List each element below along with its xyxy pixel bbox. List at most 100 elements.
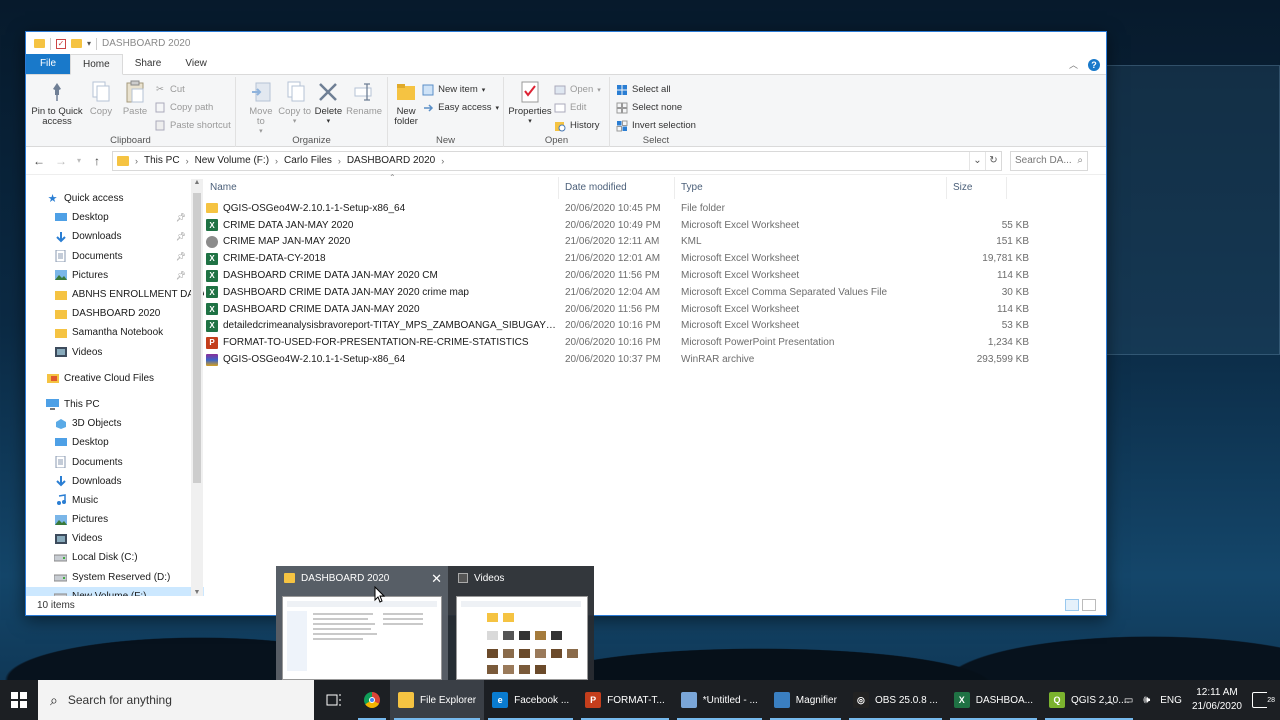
large-icons-view-icon[interactable] [1082,599,1096,611]
start-button[interactable] [0,680,38,720]
nav-pc-item[interactable]: 3D Objects [26,414,204,433]
chevron-right-icon[interactable]: › [135,156,138,166]
thumbnail-videos[interactable]: Videos [450,566,594,686]
collapse-ribbon-icon[interactable]: ︿ [1069,58,1078,71]
tab-view[interactable]: View [173,54,219,74]
properties-icon[interactable]: ✓ [56,38,66,49]
file-row[interactable]: X CRIME-DATA-CY-2018 21/06/2020 12:01 AM… [204,250,1106,267]
taskbar-app-button[interactable]: ◎ OBS 25.0.8 ... [845,680,946,720]
scrollbar-thumb[interactable] [193,193,201,483]
select-none-button[interactable]: Select none [616,99,696,116]
pin-icon[interactable]: 📌︎ [176,213,186,222]
file-row[interactable]: X detailedcrimeanalysisbravoreport-TITAY… [204,318,1106,335]
easy-access-button[interactable]: Easy access ▾ [422,99,499,116]
nav-pc-item[interactable]: System Reserved (D:) [26,568,204,587]
scroll-down-icon[interactable]: ▼ [191,589,203,596]
details-view-icon[interactable] [1065,599,1079,611]
nav-quick-item[interactable]: Videos [26,343,204,362]
notifications-icon[interactable]: 28 [1252,691,1275,711]
nav-pc-item[interactable]: Local Disk (C:) [26,548,204,567]
nav-pc-item[interactable]: Desktop [26,433,204,452]
file-row[interactable]: QGIS-OSGeo4W-2.10.1-1-Setup-x86_64 20/06… [204,351,1106,368]
taskbar-app-button[interactable]: *Untitled - ... [673,680,766,720]
file-row[interactable]: X DASHBOARD CRIME DATA JAN-MAY 2020 crim… [204,284,1106,301]
taskbar-app-button[interactable]: File Explorer [390,680,485,720]
invert-selection-button[interactable]: Invert selection [616,117,696,134]
taskbar-search-input[interactable]: ⌕ Search for anything [38,680,314,720]
nav-creative-cloud[interactable]: Creative Cloud Files [26,369,204,388]
nav-pc-item[interactable]: Videos [26,529,204,548]
file-row[interactable]: CRIME MAP JAN-MAY 2020 21/06/2020 12:11 … [204,234,1106,251]
nav-quick-item[interactable]: Samantha Notebook [26,323,204,342]
chevron-right-icon[interactable]: › [338,156,341,166]
taskbar-app-button[interactable]: Magnifier [766,680,845,720]
navigation-scrollbar[interactable]: ▲ ▼ [191,179,203,596]
nav-quick-item[interactable]: ABNHS ENROLLMENT DATA [26,285,204,304]
breadcrumb-carlo-files[interactable]: Carlo Files [284,155,332,166]
column-header-name[interactable]: Name [204,177,559,199]
new-folder-icon[interactable] [71,39,82,48]
scroll-up-icon[interactable]: ▲ [191,179,203,186]
nav-quick-item[interactable]: Pictures 📌︎ [26,266,204,285]
breadcrumb-this-pc[interactable]: This PC [144,155,180,166]
nav-quick-item[interactable]: Desktop 📌︎ [26,208,204,227]
taskbar-app-button[interactable]: X DASHBOA... [946,680,1041,720]
history-button[interactable]: History [554,117,601,134]
nav-quick-access[interactable]: ★ Quick access [26,189,204,208]
close-icon[interactable]: ✕ [431,571,442,587]
address-dropdown-icon[interactable]: ⌄ [969,151,985,170]
pin-icon[interactable]: 📌︎ [176,271,186,280]
file-row[interactable]: P FORMAT-TO-USED-FOR-PRESENTATION-RE-CRI… [204,334,1106,351]
breadcrumb-new-volume[interactable]: New Volume (F:) [195,155,269,166]
open-button[interactable]: Open ▾ [554,81,601,98]
file-row[interactable]: X CRIME DATA JAN-MAY 2020 20/06/2020 10:… [204,217,1106,234]
clock[interactable]: 12:11 AM 21/06/2020 [1192,686,1242,714]
breadcrumb-dashboard-2020[interactable]: DASHBOARD 2020 [347,155,435,166]
forward-arrow-icon[interactable]: → [54,154,68,168]
nav-quick-item[interactable]: DASHBOARD 2020 [26,304,204,323]
column-header-type[interactable]: Type [675,177,947,199]
tab-share[interactable]: Share [123,54,174,74]
nav-pc-item[interactable]: Pictures [26,510,204,529]
file-row[interactable]: X DASHBOARD CRIME DATA JAN-MAY 2020 CM 2… [204,267,1106,284]
chevron-right-icon[interactable]: › [441,156,444,166]
nav-this-pc[interactable]: This PC [26,395,204,414]
language-indicator[interactable]: ENG [1160,695,1182,706]
pin-icon[interactable]: 📌︎ [176,252,186,261]
copy-path-button[interactable]: Copy path [154,99,231,116]
new-item-button[interactable]: New item ▾ [422,81,499,98]
search-input[interactable]: Search DA... ⌕ [1010,150,1088,171]
nav-quick-item[interactable]: Downloads 📌︎ [26,227,204,246]
recent-dropdown-icon[interactable]: ▾ [76,156,82,165]
file-list-pane[interactable]: ⌃ Name Date modified Type Size QGIS-OSGe… [204,173,1106,596]
qa-dropdown-icon[interactable]: ▾ [87,39,91,48]
nav-quick-item[interactable]: Documents 📌︎ [26,247,204,266]
nav-pc-item[interactable]: Music [26,491,204,510]
edit-button[interactable]: Edit [554,99,601,116]
file-row[interactable]: QGIS-OSGeo4W-2.10.1-1-Setup-x86_64 20/06… [204,200,1106,217]
chrome-button[interactable] [354,680,390,720]
tab-file[interactable]: File [26,54,70,74]
nav-pc-item[interactable]: Documents [26,452,204,471]
tab-home[interactable]: Home [70,54,123,75]
file-row[interactable]: X DASHBOARD CRIME DATA JAN-MAY 2020 20/0… [204,301,1106,318]
paste-shortcut-button[interactable]: Paste shortcut [154,117,231,134]
back-arrow-icon[interactable]: ← [32,154,46,168]
chevron-right-icon[interactable]: › [275,156,278,166]
address-bar[interactable]: › This PC › New Volume (F:) › Carlo File… [112,150,1002,171]
nav-pc-item[interactable]: New Volume (F:) [26,586,204,596]
taskbar-app-button[interactable]: e Facebook ... [484,680,577,720]
taskbar-app-button[interactable]: P FORMAT-T... [577,680,673,720]
up-arrow-icon[interactable]: ↑ [90,154,104,168]
show-hidden-icons-icon[interactable]: ︿ [1105,694,1114,707]
cut-button[interactable]: ✂ Cut [154,81,231,98]
nav-pc-item[interactable]: Downloads [26,472,204,491]
select-all-button[interactable]: Select all [616,81,696,98]
refresh-icon[interactable]: ↻ [985,151,1001,170]
navigation-pane[interactable]: ★ Quick access Desktop 📌︎ Downloads 📌︎ D… [26,177,204,596]
column-header-size[interactable]: Size [947,177,1007,199]
pin-icon[interactable]: 📌︎ [176,232,186,241]
task-view-button[interactable] [314,680,354,720]
column-header-date[interactable]: Date modified [559,177,675,199]
network-icon[interactable]: ▭ [1124,695,1133,706]
